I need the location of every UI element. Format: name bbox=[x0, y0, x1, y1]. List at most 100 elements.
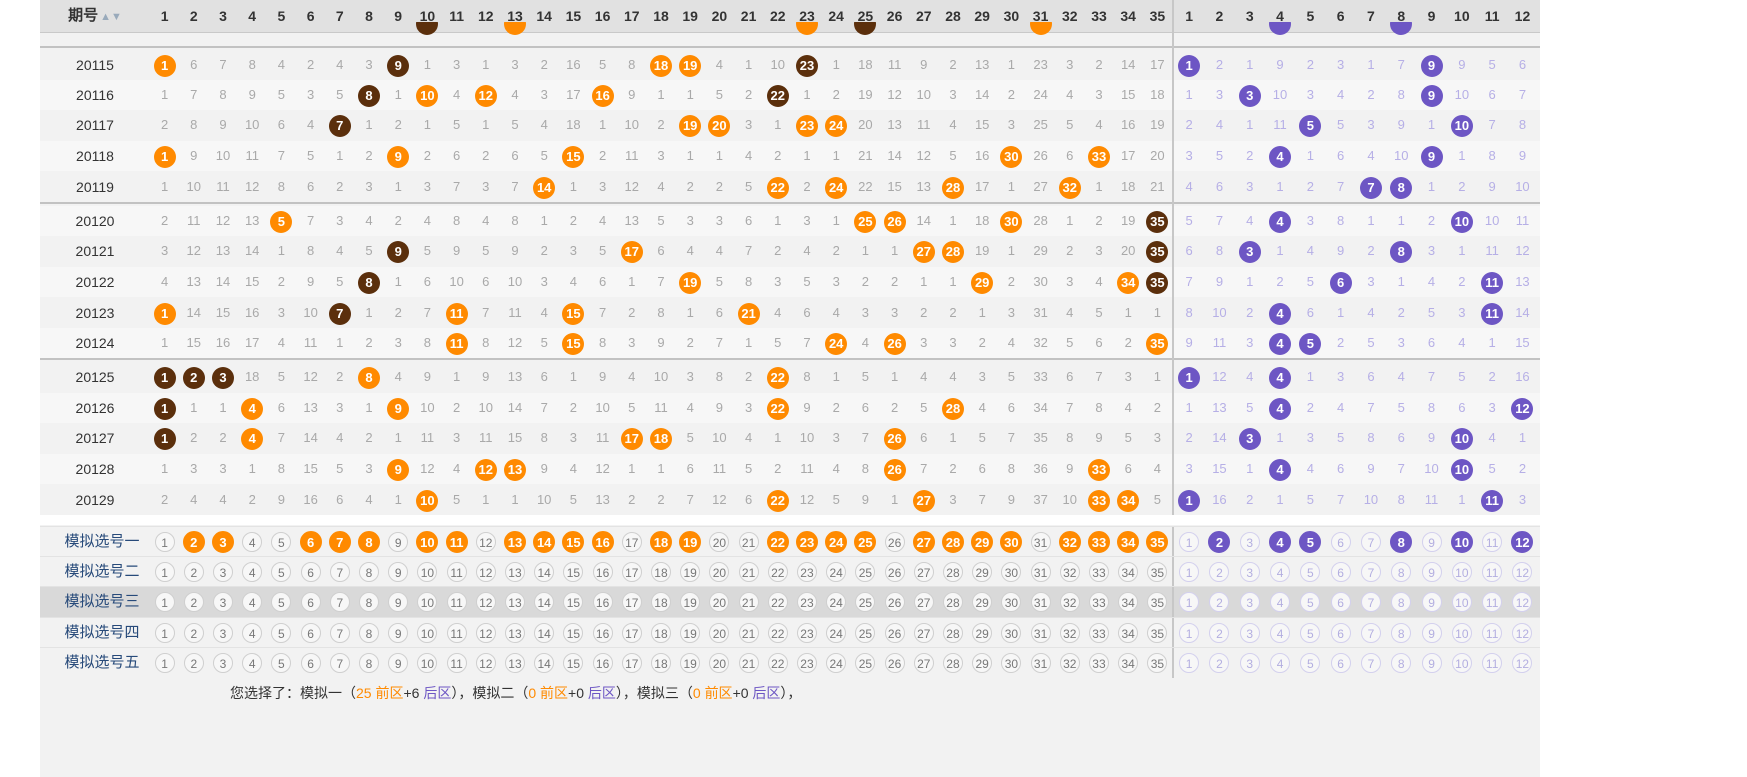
front-pick-ball[interactable]: 10 bbox=[417, 592, 438, 612]
front-pick-ball[interactable]: 34 bbox=[1117, 531, 1140, 553]
front-pick-ball[interactable]: 1 bbox=[154, 623, 175, 643]
front-pick-ball[interactable]: 33 bbox=[1088, 592, 1109, 612]
back-pick-ball[interactable]: 7 bbox=[1360, 532, 1381, 552]
front-pick-ball[interactable]: 24 bbox=[826, 562, 847, 582]
front-pick-ball[interactable]: 18 bbox=[650, 562, 671, 582]
front-pick-ball[interactable]: 13 bbox=[504, 592, 525, 612]
back-pick-ball[interactable]: 4 bbox=[1270, 623, 1291, 643]
front-pick-ball[interactable]: 10 bbox=[417, 623, 438, 643]
front-pick-ball[interactable]: 4 bbox=[242, 623, 263, 643]
front-pick-ball[interactable]: 15 bbox=[563, 562, 584, 582]
back-pick-ball[interactable]: 4 bbox=[1270, 653, 1291, 673]
front-pick-ball[interactable]: 14 bbox=[534, 562, 555, 582]
front-pick-ball[interactable]: 18 bbox=[650, 592, 671, 612]
front-pick-ball[interactable]: 11 bbox=[446, 623, 467, 643]
front-pick-ball[interactable]: 20 bbox=[709, 532, 730, 552]
front-pick-ball[interactable]: 16 bbox=[592, 623, 613, 643]
front-pick-ball[interactable]: 26 bbox=[884, 592, 905, 612]
front-pick-ball[interactable]: 20 bbox=[709, 623, 730, 643]
front-pick-ball[interactable]: 25 bbox=[855, 592, 876, 612]
front-pick-ball[interactable]: 33 bbox=[1088, 623, 1109, 643]
front-pick-ball[interactable]: 12 bbox=[475, 532, 496, 552]
front-pick-ball[interactable]: 35 bbox=[1147, 653, 1168, 673]
front-pick-ball[interactable]: 25 bbox=[855, 653, 876, 673]
back-pick-ball[interactable]: 2 bbox=[1209, 562, 1230, 582]
front-pick-ball[interactable]: 29 bbox=[972, 592, 993, 612]
front-pick-ball[interactable]: 14 bbox=[534, 592, 555, 612]
front-pick-ball[interactable]: 3 bbox=[212, 653, 233, 673]
back-pick-ball[interactable]: 9 bbox=[1421, 562, 1442, 582]
back-pick-ball[interactable]: 3 bbox=[1239, 532, 1260, 552]
front-pick-ball[interactable]: 32 bbox=[1059, 592, 1080, 612]
front-pick-ball[interactable]: 28 bbox=[941, 531, 964, 553]
front-pick-ball[interactable]: 2 bbox=[182, 531, 205, 553]
back-pick-ball[interactable]: 1 bbox=[1179, 623, 1200, 643]
back-pick-ball[interactable]: 8 bbox=[1390, 531, 1413, 553]
front-pick-ball[interactable]: 9 bbox=[388, 562, 409, 582]
front-pick-ball[interactable]: 14 bbox=[534, 623, 555, 643]
back-pick-ball[interactable]: 3 bbox=[1239, 623, 1260, 643]
back-pick-ball[interactable]: 11 bbox=[1482, 653, 1503, 673]
back-pick-ball[interactable]: 3 bbox=[1239, 592, 1260, 612]
front-pick-ball[interactable]: 9 bbox=[388, 653, 409, 673]
back-pick-ball[interactable]: 12 bbox=[1512, 592, 1533, 612]
front-pick-ball[interactable]: 5 bbox=[271, 653, 292, 673]
front-pick-ball[interactable]: 11 bbox=[446, 653, 467, 673]
back-pick-ball[interactable]: 6 bbox=[1330, 532, 1351, 552]
front-pick-ball[interactable]: 25 bbox=[855, 623, 876, 643]
front-pick-ball[interactable]: 31 bbox=[1030, 562, 1051, 582]
front-pick-ball[interactable]: 24 bbox=[826, 653, 847, 673]
back-pick-ball[interactable]: 7 bbox=[1360, 562, 1381, 582]
back-pick-ball[interactable]: 9 bbox=[1421, 532, 1442, 552]
back-pick-ball[interactable]: 2 bbox=[1209, 623, 1230, 643]
front-pick-ball[interactable]: 17 bbox=[621, 592, 642, 612]
front-pick-ball[interactable]: 32 bbox=[1059, 623, 1080, 643]
front-pick-ball[interactable]: 16 bbox=[592, 562, 613, 582]
back-pick-ball[interactable]: 11 bbox=[1482, 532, 1503, 552]
front-pick-ball[interactable]: 34 bbox=[1118, 592, 1139, 612]
front-pick-ball[interactable]: 19 bbox=[680, 653, 701, 673]
back-pick-ball[interactable]: 5 bbox=[1300, 592, 1321, 612]
front-pick-ball[interactable]: 3 bbox=[212, 592, 233, 612]
back-pick-ball[interactable]: 10 bbox=[1451, 623, 1472, 643]
front-pick-ball[interactable]: 21 bbox=[738, 623, 759, 643]
front-pick-ball[interactable]: 26 bbox=[884, 532, 905, 552]
back-pick-ball[interactable]: 4 bbox=[1270, 562, 1291, 582]
back-pick-ball[interactable]: 6 bbox=[1330, 562, 1351, 582]
front-pick-ball[interactable]: 6 bbox=[300, 592, 321, 612]
front-pick-ball[interactable]: 34 bbox=[1118, 623, 1139, 643]
front-pick-ball[interactable]: 12 bbox=[475, 653, 496, 673]
front-pick-ball[interactable]: 17 bbox=[621, 532, 642, 552]
front-pick-ball[interactable]: 29 bbox=[971, 531, 994, 553]
front-pick-ball[interactable]: 10 bbox=[417, 562, 438, 582]
front-pick-ball[interactable]: 35 bbox=[1146, 531, 1169, 553]
front-pick-ball[interactable]: 30 bbox=[1001, 623, 1022, 643]
front-pick-ball[interactable]: 1 bbox=[154, 653, 175, 673]
front-pick-ball[interactable]: 13 bbox=[504, 653, 525, 673]
back-pick-ball[interactable]: 1 bbox=[1179, 592, 1200, 612]
front-pick-ball[interactable]: 13 bbox=[503, 531, 526, 553]
back-pick-ball[interactable]: 1 bbox=[1179, 562, 1200, 582]
front-pick-ball[interactable]: 23 bbox=[796, 562, 817, 582]
front-pick-ball[interactable]: 8 bbox=[358, 562, 379, 582]
front-pick-ball[interactable]: 9 bbox=[388, 592, 409, 612]
front-pick-ball[interactable]: 22 bbox=[767, 653, 788, 673]
front-pick-ball[interactable]: 8 bbox=[358, 653, 379, 673]
front-pick-ball[interactable]: 8 bbox=[358, 592, 379, 612]
front-pick-ball[interactable]: 12 bbox=[475, 562, 496, 582]
front-pick-ball[interactable]: 12 bbox=[475, 592, 496, 612]
front-pick-ball[interactable]: 18 bbox=[650, 653, 671, 673]
front-pick-ball[interactable]: 11 bbox=[446, 562, 467, 582]
back-pick-ball[interactable]: 2 bbox=[1209, 592, 1230, 612]
front-pick-ball[interactable]: 11 bbox=[446, 592, 467, 612]
back-pick-ball[interactable]: 6 bbox=[1330, 653, 1351, 673]
back-pick-ball[interactable]: 8 bbox=[1391, 562, 1412, 582]
front-pick-ball[interactable]: 13 bbox=[504, 623, 525, 643]
back-pick-ball[interactable]: 5 bbox=[1300, 562, 1321, 582]
front-pick-ball[interactable]: 9 bbox=[388, 532, 409, 552]
front-pick-ball[interactable]: 23 bbox=[795, 531, 818, 553]
front-pick-ball[interactable]: 19 bbox=[680, 623, 701, 643]
back-pick-ball[interactable]: 11 bbox=[1482, 562, 1503, 582]
front-pick-ball[interactable]: 24 bbox=[825, 531, 848, 553]
back-pick-ball[interactable]: 12 bbox=[1511, 531, 1534, 553]
